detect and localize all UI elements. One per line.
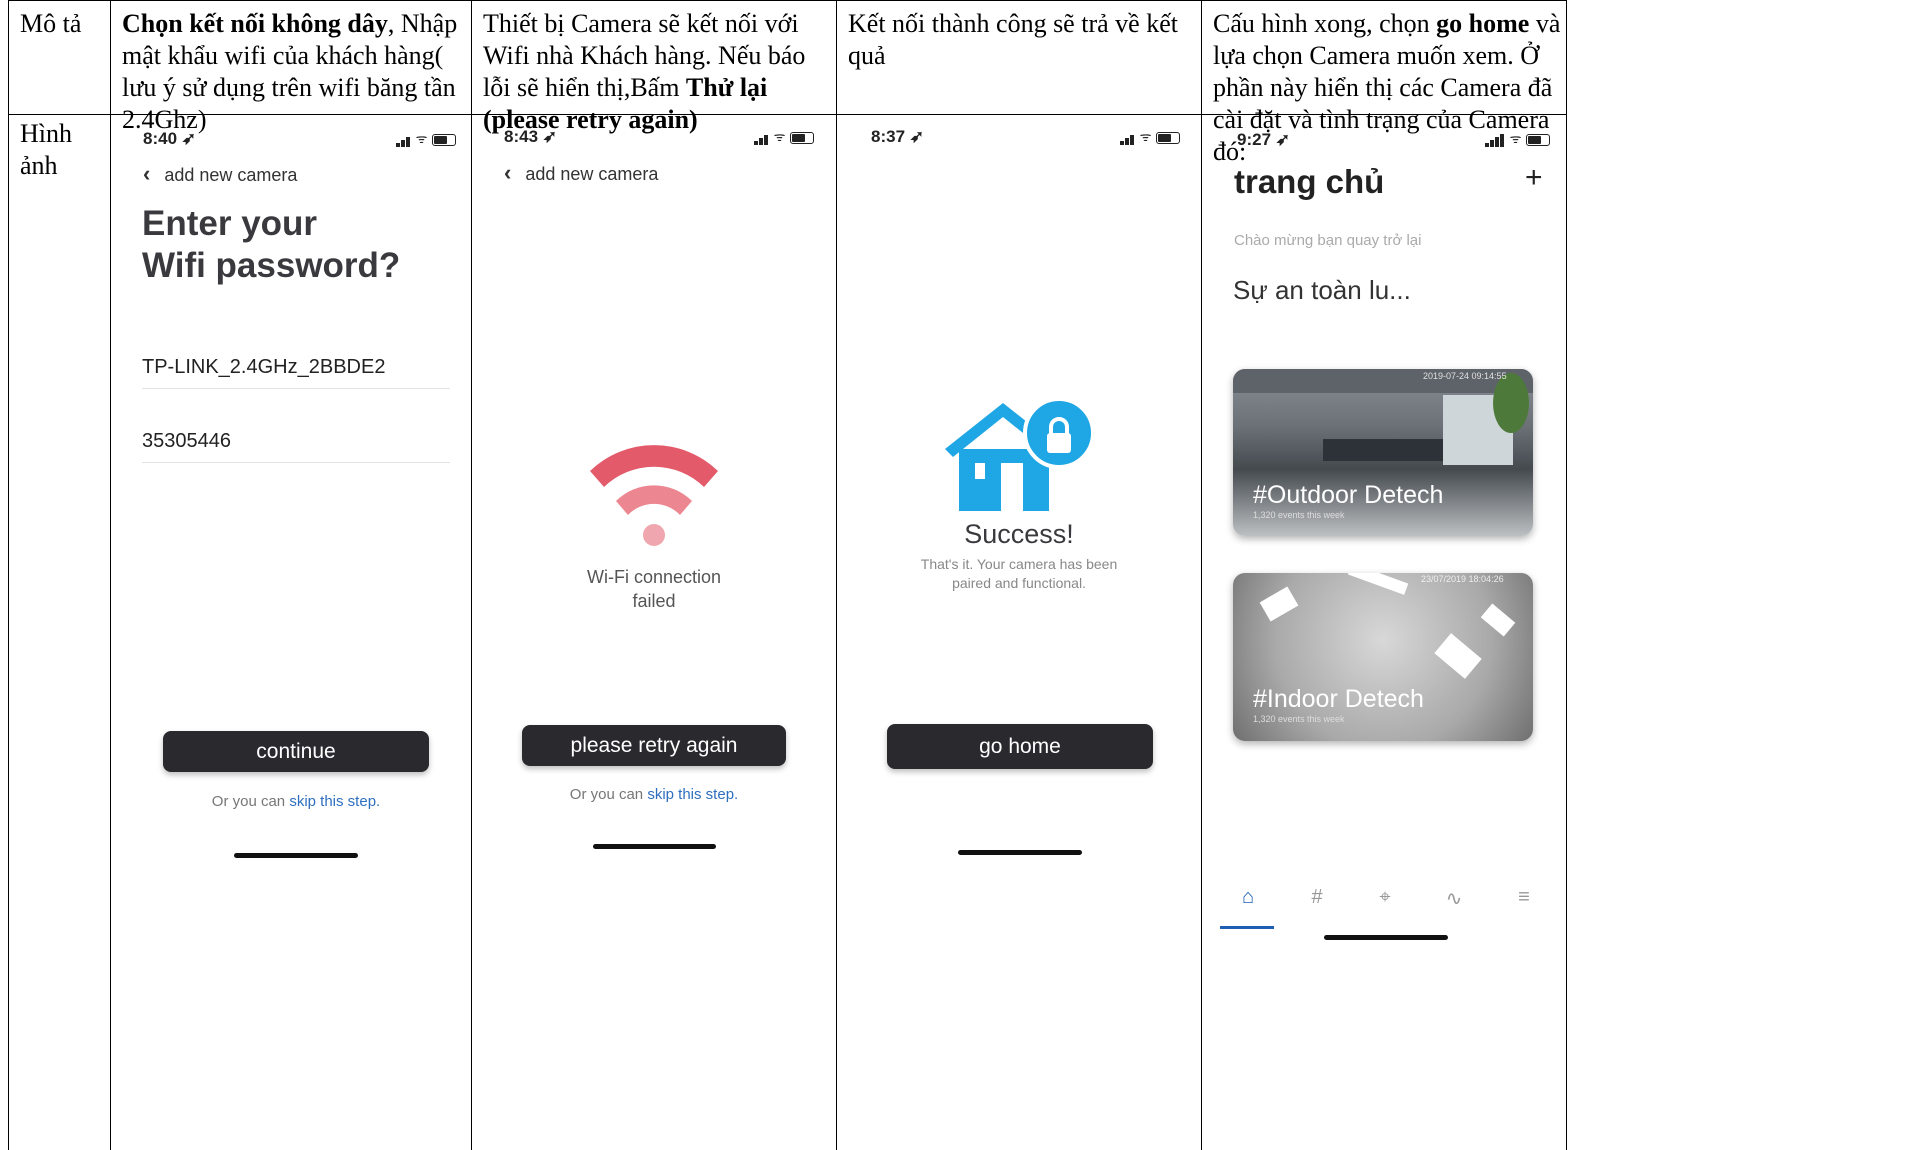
field-divider: [142, 388, 450, 389]
row-header-description: Mô tả: [20, 9, 82, 38]
home-icon[interactable]: ⌂: [1233, 886, 1263, 909]
hash-icon[interactable]: #: [1302, 886, 1332, 909]
description-step-4-pre: Cấu hình xong, chọn: [1213, 9, 1437, 38]
row-header-images: Hình ảnh: [20, 119, 72, 180]
ceiling-light: [1259, 586, 1299, 622]
target-icon[interactable]: ⌖: [1370, 886, 1400, 909]
camera-card-indoor[interactable]: 23/07/2019 18:04:26 #Indoor Detech 1,320…: [1233, 573, 1533, 741]
back-button[interactable]: ‹ add new camera: [504, 160, 658, 186]
screenshot-wifi-failed: 8:43 ➶ ᯤ ‹ add new camera Wi-Fi connectio…: [472, 115, 836, 1150]
back-button[interactable]: ‹ add new camera: [143, 161, 297, 187]
home-indicator: [234, 853, 358, 858]
home-indicator: [958, 850, 1082, 855]
ceiling-light: [1480, 603, 1516, 637]
description-step-1-bold: Chọn kết nối không dây: [122, 9, 388, 38]
page-title: Enter your Wifi password?: [142, 204, 401, 285]
activity-icon[interactable]: ∿: [1439, 886, 1469, 911]
status-icons: ᯤ: [396, 129, 457, 147]
skip-link[interactable]: skip this step.: [289, 793, 380, 810]
password-field[interactable]: 35305446: [142, 430, 231, 453]
add-camera-button[interactable]: +: [1525, 161, 1543, 195]
success-message: That's it. Your camera has been paired a…: [920, 556, 1118, 591]
active-tab-indicator: [1220, 926, 1274, 929]
camera-timestamp: 2019-07-24 09:14:55: [1423, 371, 1507, 381]
wifi-error-icon: [590, 445, 718, 546]
camera-timestamp: 23/07/2019 18:04:26: [1421, 574, 1504, 584]
status-time: 8:37 ➶: [871, 127, 924, 146]
status-time: 9:27 ➶: [1237, 130, 1290, 149]
skip-link[interactable]: skip this step.: [647, 786, 738, 803]
status-time: 8:43 ➶: [504, 127, 557, 146]
home-indicator: [1324, 935, 1448, 940]
success-title: Success!: [964, 519, 1074, 549]
description-step-3: Kết nối thành công sẽ trả về kết quả: [848, 9, 1178, 70]
camera-card-outdoor[interactable]: 2019-07-24 09:14:55 #Outdoor Detech 1,32…: [1233, 369, 1533, 536]
description-step-4-bold: go home: [1436, 9, 1530, 38]
status-icons: ᯤ: [1120, 127, 1181, 145]
house-lock-icon: [945, 397, 1095, 511]
skip-text: Or you can skip this step.: [211, 793, 381, 810]
status-time: 8:40 ➶: [143, 129, 196, 148]
camera-label: #Outdoor Detech: [1253, 481, 1444, 509]
go-home-button[interactable]: go home: [887, 724, 1153, 769]
ceiling-light: [1347, 573, 1409, 595]
status-icons: ᯤ: [754, 127, 815, 145]
ssid-field[interactable]: TP-LINK_2.4GHz_2BBDE2: [142, 356, 385, 379]
camera-label: #Indoor Detech: [1253, 685, 1424, 713]
screenshot-home: 9:27 ➶ ᯤ trang chủ + Chào mừng bạn quay …: [1202, 115, 1566, 1150]
field-divider: [142, 462, 450, 463]
welcome-text: Chào mừng bạn quay trở lại: [1234, 232, 1422, 249]
back-label: add new camera: [525, 164, 659, 184]
status-icons: ᯤ: [1485, 129, 1551, 147]
table-border: [1566, 0, 1567, 1150]
chevron-left-icon: ‹: [143, 161, 151, 186]
back-label: add new camera: [164, 165, 298, 185]
table-border: [8, 0, 1567, 1]
home-indicator: [593, 844, 716, 849]
page-title: trang chủ: [1234, 163, 1385, 200]
headline: Sự an toàn lu...: [1233, 275, 1411, 305]
chevron-left-icon: ‹: [504, 160, 512, 185]
plant: [1493, 373, 1529, 433]
ceiling-light: [1434, 633, 1482, 679]
screenshot-success: 8:37 ➶ ᯤ Success! That's it. Your camera…: [837, 115, 1201, 1150]
retry-button[interactable]: please retry again: [522, 725, 786, 766]
screenshot-wifi-password: 8:40 ➶ ᯤ ‹ add new camera Enter your Wifi…: [111, 115, 471, 1150]
continue-button[interactable]: continue: [163, 731, 429, 772]
menu-icon[interactable]: ≡: [1509, 886, 1539, 909]
camera-events: 1,320 events this week: [1253, 510, 1345, 520]
skip-text: Or you can skip this step.: [569, 786, 739, 803]
error-message: Wi-Fi connection failed: [586, 567, 722, 611]
table-border: [8, 0, 9, 1150]
camera-events: 1,320 events this week: [1253, 714, 1345, 724]
